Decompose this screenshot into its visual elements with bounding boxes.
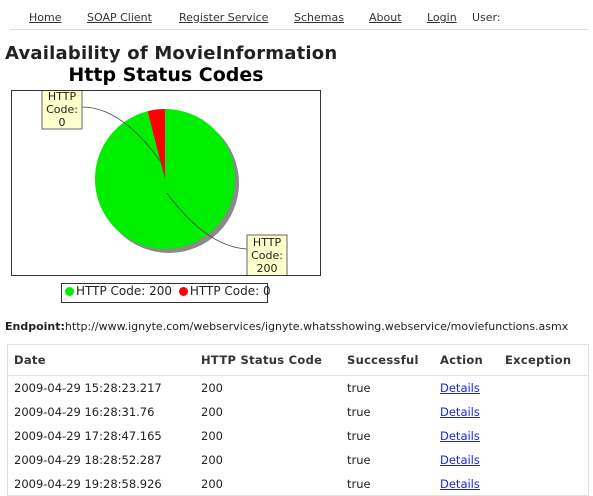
cell-exception <box>499 448 588 472</box>
nav-register-service-link[interactable]: Register Service <box>179 11 268 24</box>
callout-text-1-1: Code: <box>251 249 283 262</box>
cell-exception <box>499 376 588 401</box>
cell-status: 200 <box>201 429 223 443</box>
legend-label-0: HTTP Code: 0 <box>189 284 271 298</box>
cell-exception <box>499 424 588 448</box>
nav-soap-client-link[interactable]: SOAP Client <box>87 11 152 24</box>
cell-date: 2009-04-29 17:28:47.165 <box>14 429 162 443</box>
endpoint-url: http://www.ignyte.com/webservices/ignyte… <box>64 320 569 333</box>
pie-chart: HTTP Code: 0 HTTP Code: 200 <box>11 90 321 276</box>
cell-status: 200 <box>201 477 223 491</box>
legend-label-200: HTTP Code: 200 <box>76 284 173 298</box>
pie-chart-svg: HTTPCode:0HTTPCode:200 <box>41 91 288 275</box>
cell-date: 2009-04-29 19:28:58.926 <box>14 477 162 491</box>
callout-text-0-0: HTTP <box>48 91 77 103</box>
chart-title: Http Status Codes <box>68 64 264 86</box>
details-link[interactable]: Details <box>440 477 480 491</box>
cell-date: 2009-04-29 16:28:31.76 <box>14 405 155 419</box>
details-link[interactable]: Details <box>440 453 480 467</box>
header-date: Date <box>8 345 195 376</box>
table-row: 2009-04-29 16:28:31.76 200 true Details <box>8 400 588 424</box>
cell-successful: true <box>347 429 371 443</box>
cell-status: 200 <box>201 405 223 419</box>
nav-about-link[interactable]: About <box>369 11 402 24</box>
nav-home-link[interactable]: Home <box>29 11 61 24</box>
cell-exception <box>499 400 588 424</box>
chart-legend: HTTP Code: 200 HTTP Code: 0 <box>61 283 271 303</box>
endpoint-line: Endpoint:http://www.ignyte.com/webservic… <box>5 320 568 333</box>
details-link[interactable]: Details <box>440 381 480 395</box>
header-http-status-code: HTTP Status Code <box>195 345 341 376</box>
header-exception: Exception <box>499 345 588 376</box>
cell-status: 200 <box>201 381 223 395</box>
table-row: 2009-04-29 17:28:47.165 200 true Details <box>8 424 588 448</box>
header-successful: Successful <box>341 345 434 376</box>
results-table: Date HTTP Status Code Successful Action … <box>7 344 589 496</box>
cell-date: 2009-04-29 18:28:52.287 <box>14 453 162 467</box>
header-action: Action <box>434 345 499 376</box>
page-title: Availability of MovieInformation <box>5 43 338 64</box>
callout-text-0-2: 0 <box>59 116 66 129</box>
table-header-row: Date HTTP Status Code Successful Action … <box>8 345 588 376</box>
pie-slice-0 <box>95 109 236 250</box>
details-link[interactable]: Details <box>440 429 480 443</box>
callout-text-1-2: 200 <box>257 262 278 275</box>
user-label: User: <box>472 11 501 24</box>
legend-swatch-0 <box>178 286 188 296</box>
callout-text-1-0: HTTP <box>253 236 282 249</box>
callout-text-0-1: Code: <box>46 103 78 116</box>
endpoint-label: Endpoint: <box>5 320 65 333</box>
cell-date: 2009-04-29 15:28:23.217 <box>14 381 162 395</box>
cell-successful: true <box>347 477 371 491</box>
cell-successful: true <box>347 381 371 395</box>
legend-swatch-200 <box>65 286 74 296</box>
cell-successful: true <box>347 405 371 419</box>
table-row: 2009-04-29 19:28:58.926 200 true Details <box>8 472 588 495</box>
table-row: 2009-04-29 15:28:23.217 200 true Details <box>8 376 588 401</box>
cell-exception <box>499 472 588 495</box>
details-link[interactable]: Details <box>440 405 480 419</box>
top-nav: Home SOAP Client Register Service Schema… <box>10 3 588 30</box>
nav-login-link[interactable]: Login <box>427 11 457 24</box>
cell-successful: true <box>347 453 371 467</box>
nav-schemas-link[interactable]: Schemas <box>294 11 344 24</box>
cell-status: 200 <box>201 453 223 467</box>
table-row: 2009-04-29 18:28:52.287 200 true Details <box>8 448 588 472</box>
